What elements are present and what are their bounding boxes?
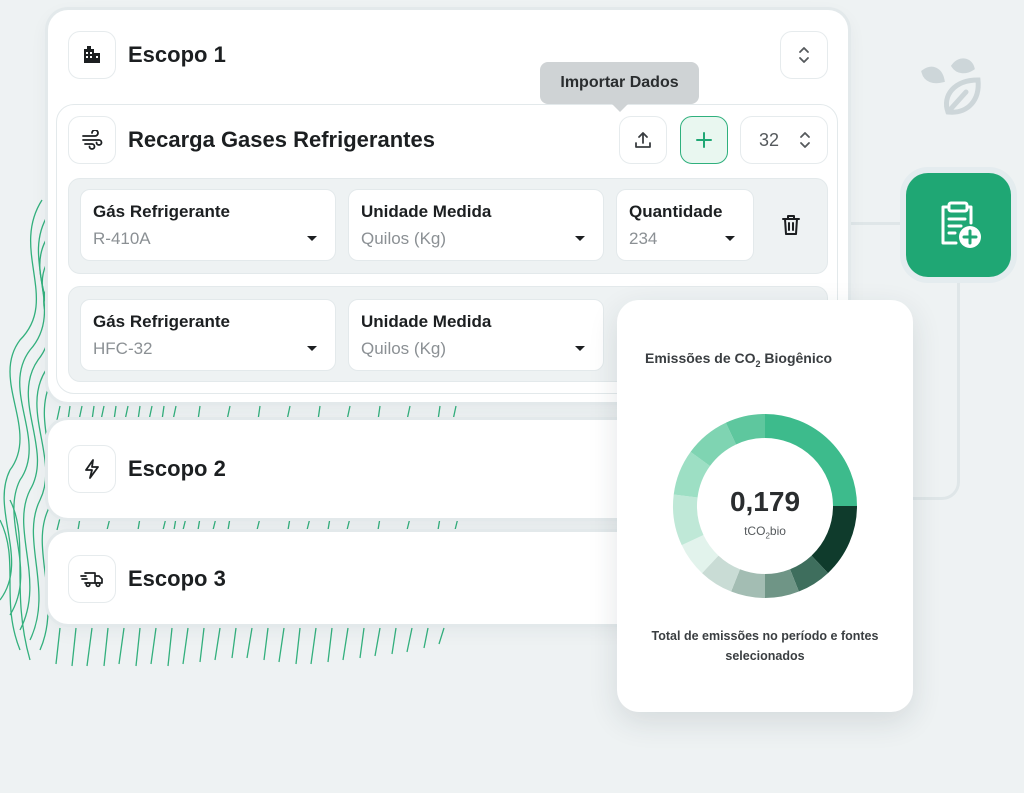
scope-1-icon-box [68,31,116,79]
emissions-unit: tCO2bio [617,524,913,540]
unit-select[interactable]: Unidade Medida Quilos (Kg) [348,299,604,371]
leaf-watermark-icon [921,58,981,115]
gas-label: Gás Refrigerante [93,202,230,221]
truck-icon [80,572,103,588]
stats-title: Emissões de CO2 Biogênico [645,350,832,369]
quantity-field[interactable]: Quantidade 234 [616,189,754,261]
gas-value: HFC-32 [93,339,153,358]
building-icon [84,46,100,63]
donut-segment [731,569,766,598]
unit-label: Unidade Medida [361,312,492,331]
plus-icon [696,132,712,148]
import-data-button[interactable] [619,116,667,164]
donut-segment [702,555,741,592]
gas-select[interactable]: Gás Refrigerante HFC-32 [80,299,336,371]
refrigerant-icon-box [68,116,116,164]
sort-chevrons-icon [799,47,809,63]
unit-suffix: bio [769,524,786,538]
scope-3-title: Escopo 3 [128,566,226,591]
unit-label: Unidade Medida [361,202,492,221]
unit-value: Quilos (Kg) [361,229,447,248]
dropdown-caret-icon [575,346,585,351]
quantity-stepper-value: 32 [759,129,780,150]
donut-segment [764,569,799,598]
add-row-button[interactable] [680,116,728,164]
donut-segment [725,414,766,445]
add-report-button[interactable] [906,173,1011,277]
refrigerant-section-title: Recarga Gases Refrigerantes [128,127,435,152]
lightning-icon [85,459,99,479]
gas-label: Gás Refrigerante [93,312,230,331]
scope-1-title: Escopo 1 [128,42,226,67]
gas-value: R-410A [93,229,151,248]
trash-icon[interactable] [778,212,804,238]
quantity-value: 234 [629,229,658,248]
gas-select[interactable]: Gás Refrigerante R-410A [80,189,336,261]
unit-value: Quilos (Kg) [361,339,447,358]
stats-title-suffix: Biogênico [760,350,833,366]
unit-select[interactable]: Unidade Medida Quilos (Kg) [348,189,604,261]
stats-title-prefix: Emissões de CO [645,350,756,366]
quantity-label: Quantidade [629,202,723,221]
dropdown-caret-icon [725,236,735,241]
donut-segment [789,555,828,592]
unit-prefix: tCO [744,524,766,538]
scope-2-icon-box [68,445,116,493]
wind-icon [82,130,103,150]
scope-3-icon-box [68,555,116,603]
dropdown-caret-icon [575,236,585,241]
scope-1-expand-button[interactable] [780,31,828,79]
dropdown-caret-icon [307,236,317,241]
donut-segment [690,422,737,467]
upload-icon [635,132,651,148]
stats-caption: Total de emissões no período e fontes se… [651,629,879,663]
donut-segment [681,534,719,574]
biogenic-emissions-card: Emissões de CO2 Biogênico 0,179 tCO2bio … [617,300,913,712]
clipboard-add-icon [941,201,981,248]
dropdown-caret-icon [307,346,317,351]
import-data-tooltip: Importar Dados [540,62,699,112]
sort-chevrons-icon[interactable] [799,130,811,150]
scope-2-title: Escopo 2 [128,456,226,481]
quantity-stepper[interactable]: 32 [740,116,828,164]
emissions-total-value: 0,179 [729,486,801,517]
